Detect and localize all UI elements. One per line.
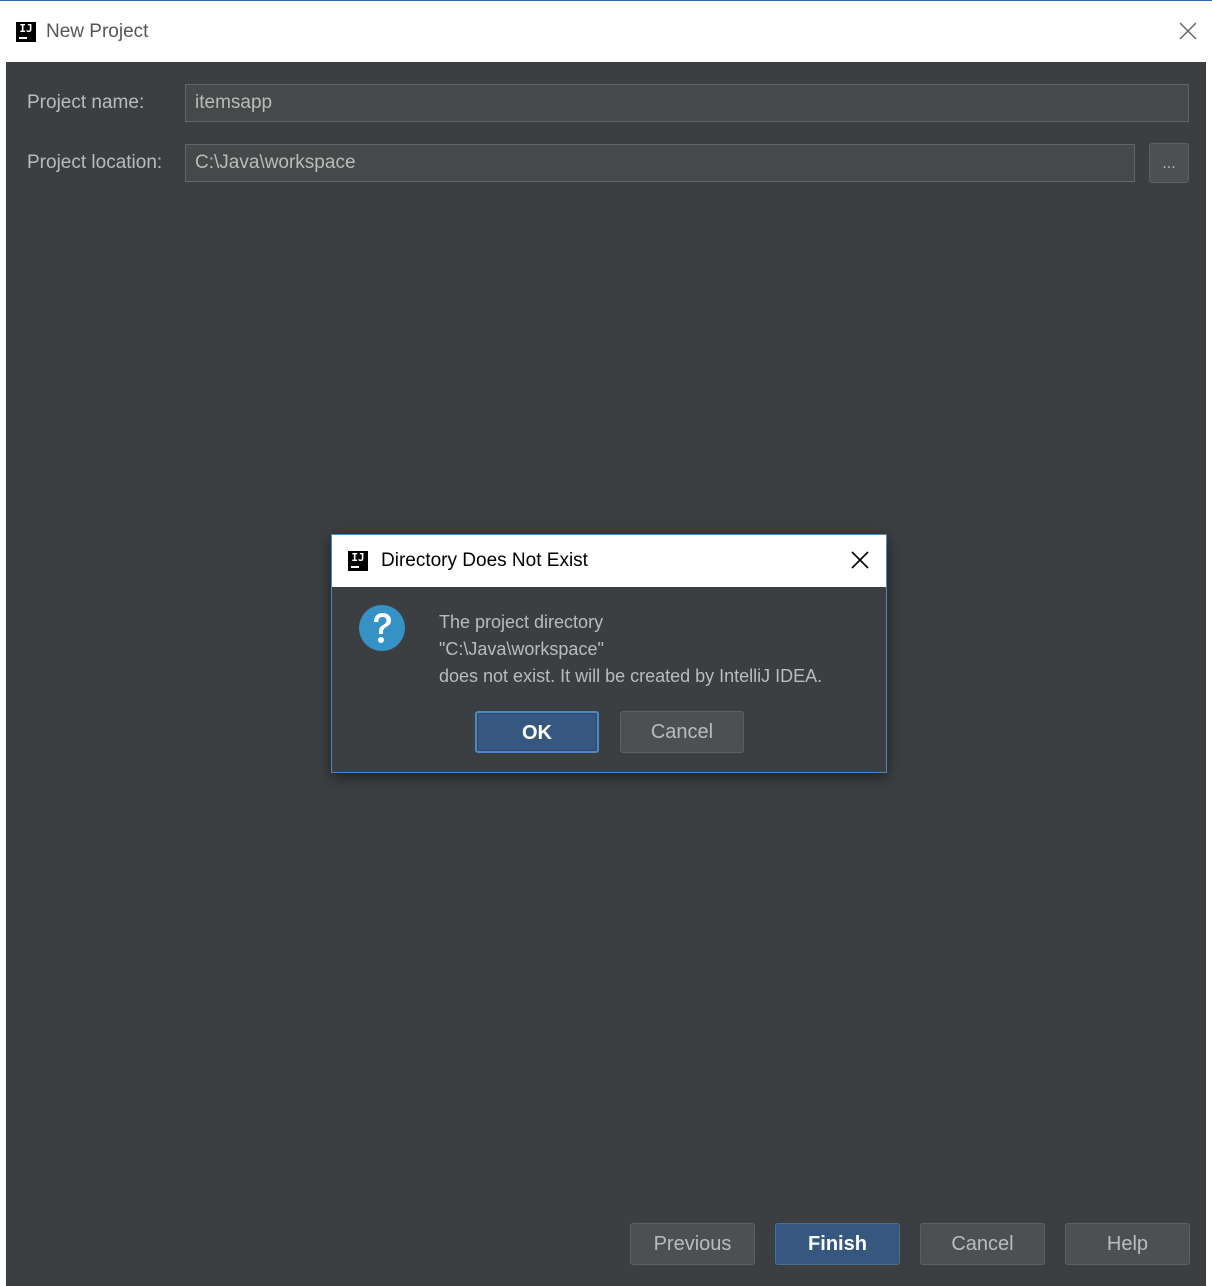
previous-button[interactable]: Previous bbox=[630, 1223, 755, 1265]
dialog-titlebar: IJ Directory Does Not Exist bbox=[332, 535, 886, 587]
window-titlebar: IJ New Project bbox=[0, 1, 1212, 62]
help-button[interactable]: Help bbox=[1065, 1223, 1190, 1265]
new-project-window: IJ New Project Project name: itemsapp Pr… bbox=[0, 0, 1212, 1286]
browse-button[interactable]: ... bbox=[1149, 143, 1189, 183]
intellij-logo-icon: IJ bbox=[16, 21, 36, 42]
directory-not-exist-dialog: IJ Directory Does Not Exist The project … bbox=[331, 534, 887, 773]
project-name-input[interactable]: itemsapp bbox=[185, 84, 1189, 122]
message-line: "C:\Java\workspace" bbox=[439, 639, 604, 659]
cancel-button[interactable]: Cancel bbox=[920, 1223, 1045, 1265]
message-line: does not exist. It will be created by In… bbox=[439, 666, 823, 686]
window-title: New Project bbox=[46, 20, 149, 42]
close-icon[interactable] bbox=[850, 550, 870, 570]
dialog-message: The project directory "C:\Java\workspace… bbox=[439, 609, 822, 690]
message-line: The project directory bbox=[439, 612, 604, 632]
project-name-label: Project name: bbox=[27, 92, 145, 113]
close-icon[interactable] bbox=[1178, 21, 1198, 41]
question-icon bbox=[359, 605, 405, 651]
finish-button[interactable]: Finish bbox=[775, 1223, 900, 1265]
project-location-label: Project location: bbox=[27, 152, 163, 173]
dialog-cancel-button[interactable]: Cancel bbox=[620, 711, 744, 753]
intellij-logo-icon: IJ bbox=[348, 551, 368, 571]
project-location-input[interactable]: C:\Java\workspace bbox=[185, 144, 1135, 182]
ok-button[interactable]: OK bbox=[475, 711, 599, 753]
dialog-title: Directory Does Not Exist bbox=[381, 550, 588, 571]
